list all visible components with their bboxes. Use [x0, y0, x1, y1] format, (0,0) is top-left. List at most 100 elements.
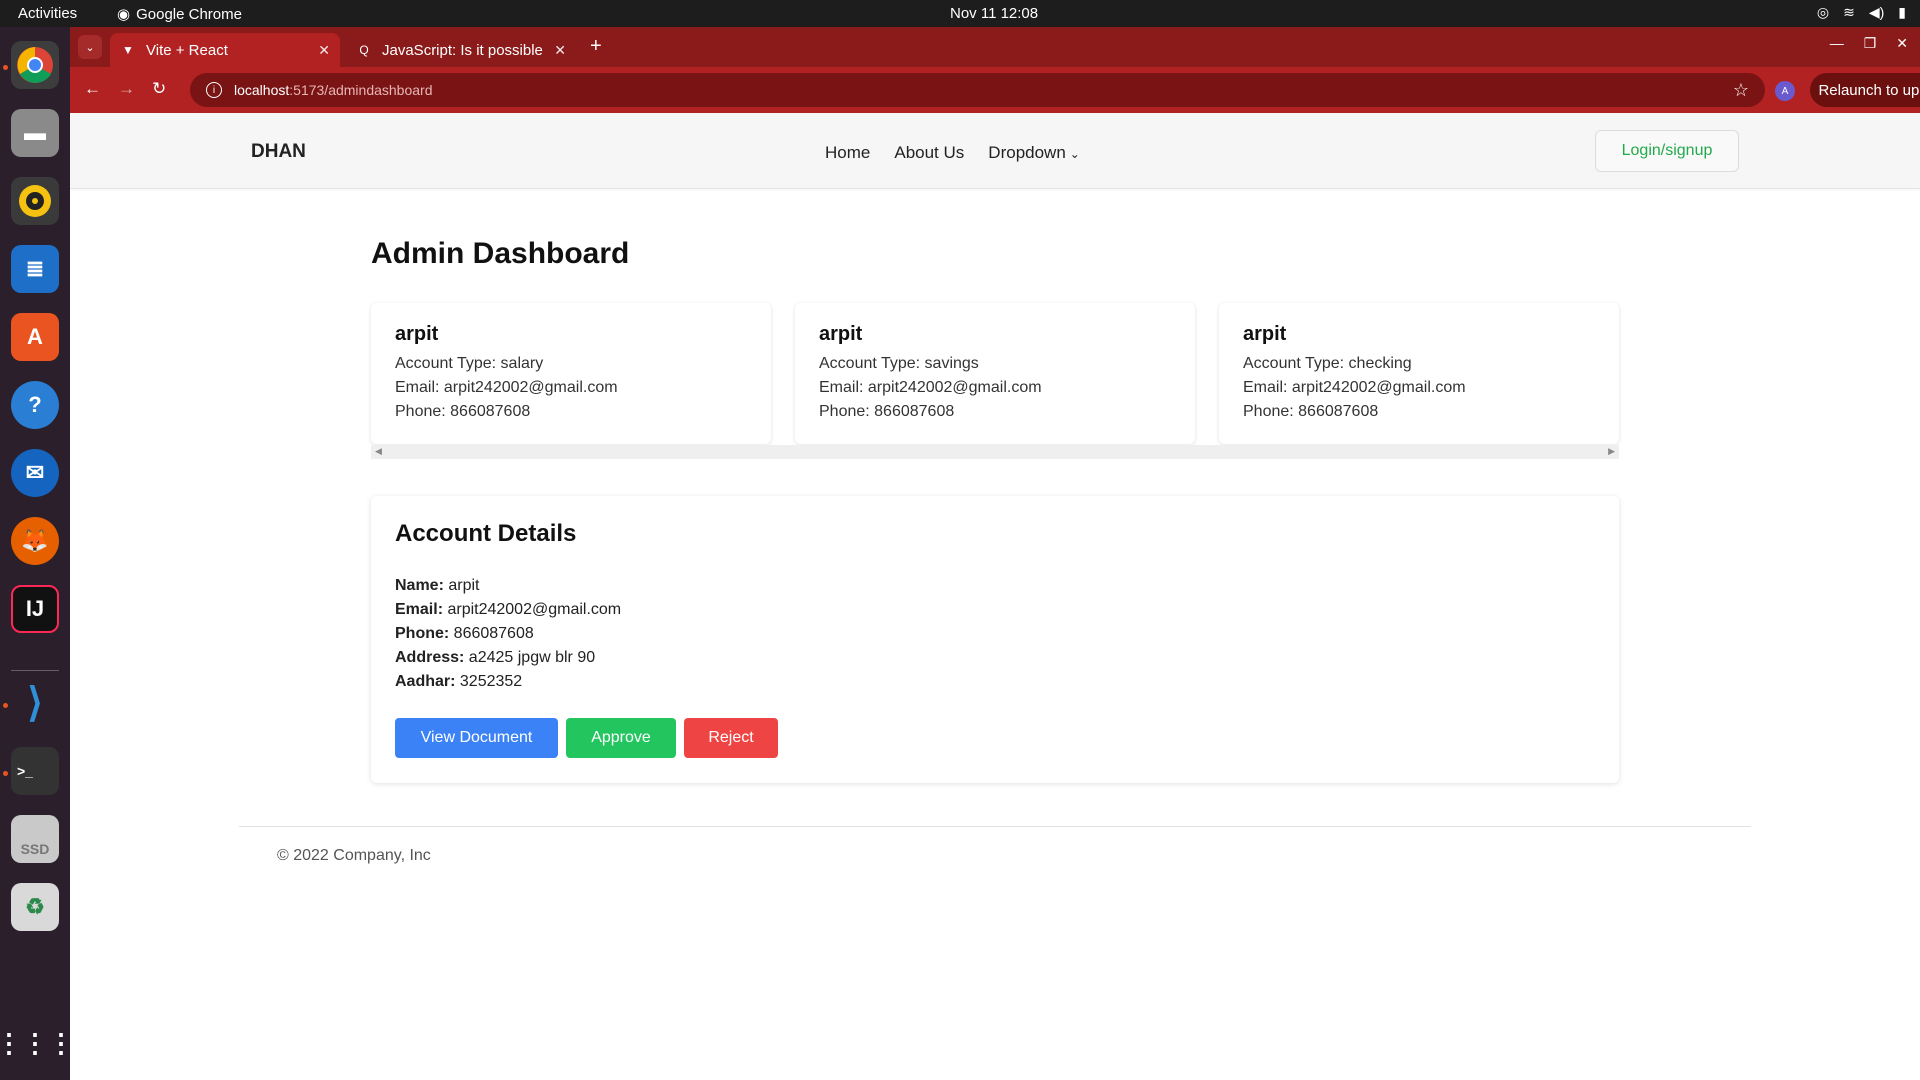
detail-value: arpit242002@gmail.com — [443, 601, 622, 618]
tab-search-button[interactable]: ⌄ — [78, 35, 102, 59]
detail-value: 3252352 — [455, 673, 523, 690]
wifi-icon: ≋ — [1843, 4, 1855, 20]
relaunch-label: Relaunch to update — [1818, 81, 1920, 99]
files-icon[interactable]: ▬ — [11, 109, 59, 157]
browser-tab-strip: ⌄ ▼ Vite + React ✕ Q JavaScript: Is it p… — [70, 27, 1920, 67]
vscode-icon[interactable]: ⟩ — [11, 679, 59, 727]
account-type: Account Type: savings — [819, 355, 979, 372]
approve-button[interactable]: Approve — [566, 718, 676, 758]
account-phone: Phone: 866087608 — [1243, 403, 1379, 420]
vite-favicon-icon: ▼ — [122, 43, 134, 57]
detail-label: Aadhar: — [395, 673, 456, 690]
login-signup-button[interactable]: Login/signup — [1595, 130, 1739, 172]
reload-icon[interactable]: ↻ — [152, 79, 166, 99]
app-name: Google Chrome — [136, 5, 242, 23]
details-title: Account Details — [395, 520, 577, 547]
chrome-tray-icon: ◎ — [1816, 4, 1830, 20]
chrome-icon[interactable] — [11, 41, 59, 89]
system-tray[interactable]: ◎ ≋ ◀) ▮ — [1817, 4, 1906, 21]
app-menu[interactable]: ◉ Google Chrome — [117, 5, 242, 24]
minimize-icon[interactable]: — — [1830, 35, 1844, 52]
ssd-drive-icon[interactable]: SSD — [11, 815, 59, 863]
help-icon[interactable]: ? — [11, 381, 59, 429]
detail-value: 866087608 — [449, 625, 534, 642]
nav-home[interactable]: Home — [825, 143, 870, 163]
chrome-small-icon: ◉ — [117, 6, 131, 23]
account-card[interactable]: arpit Account Type: checking Email: arpi… — [1219, 303, 1619, 444]
tab-title: Vite + React — [146, 41, 228, 59]
detail-address: Address: a2425 jpgw blr 90 — [395, 646, 1595, 670]
terminal-icon[interactable]: >_ — [11, 747, 59, 795]
site-navbar: DHAN Home About Us Dropdown ⌄ Login/signu… — [70, 113, 1920, 189]
activities-button[interactable]: Activities — [18, 5, 77, 22]
battery-icon: ▮ — [1898, 4, 1906, 20]
detail-email: Email: arpit242002@gmail.com — [395, 598, 1595, 622]
bookmark-star-icon[interactable]: ☆ — [1733, 80, 1749, 101]
new-tab-icon[interactable]: + — [590, 35, 602, 58]
tab-javascript[interactable]: Q JavaScript: Is it possible ✕ — [346, 33, 576, 67]
details-actions: View Document Approve Reject — [395, 718, 778, 758]
clock[interactable]: Nov 11 12:08 — [950, 5, 1038, 22]
writer-icon[interactable]: ≣ — [11, 245, 59, 293]
view-document-button[interactable]: View Document — [395, 718, 558, 758]
detail-label: Name: — [395, 577, 444, 594]
quora-favicon-icon: Q — [359, 43, 369, 57]
trash-icon[interactable]: ♻ — [11, 883, 59, 931]
profile-avatar[interactable]: A — [1775, 81, 1795, 101]
account-card[interactable]: arpit Account Type: savings Email: arpit… — [795, 303, 1195, 444]
intellij-icon[interactable]: IJ — [11, 585, 59, 633]
close-window-icon[interactable]: ✕ — [1896, 35, 1908, 52]
footer-copyright: © 2022 Company, Inc — [277, 847, 431, 864]
url-path: :5173/admindashboard — [289, 82, 433, 98]
account-phone: Phone: 866087608 — [819, 403, 955, 420]
detail-value: a2425 jpgw blr 90 — [464, 649, 596, 666]
running-indicator — [3, 65, 8, 70]
detail-name: Name: arpit — [395, 574, 1595, 598]
app-grid-icon[interactable]: ⋮⋮⋮ — [0, 1019, 74, 1067]
firefox-icon[interactable]: 🦊 — [11, 517, 59, 565]
detail-aadhar: Aadhar: 3252352 — [395, 670, 1595, 694]
volume-icon: ◀) — [1868, 4, 1885, 20]
restore-icon[interactable]: ❐ — [1864, 35, 1877, 52]
forward-icon[interactable]: → — [118, 79, 135, 99]
nav-links: Home About Us Dropdown ⌄ — [825, 143, 1080, 163]
window-controls: — ❐ ✕ — [1830, 35, 1908, 52]
app-center-icon[interactable]: A — [11, 313, 59, 361]
thunderbird-icon[interactable]: ✉ — [11, 449, 59, 497]
rhythmbox-icon[interactable] — [11, 177, 59, 225]
dock-separator — [11, 670, 59, 671]
account-type: Account Type: checking — [1243, 355, 1412, 372]
tab-vite-react[interactable]: ▼ Vite + React ✕ — [110, 33, 340, 67]
browser-toolbar: ← → ↻ i localhost:5173/admindashboard ☆ … — [70, 67, 1920, 113]
account-name: arpit — [1243, 323, 1287, 345]
page-title: Admin Dashboard — [371, 237, 630, 270]
account-phone: Phone: 866087608 — [395, 403, 531, 420]
running-indicator — [3, 703, 8, 708]
tab-close-icon[interactable]: ✕ — [554, 42, 566, 59]
detail-label: Email: — [395, 601, 444, 618]
tab-close-icon[interactable]: ✕ — [318, 42, 330, 59]
brand-logo[interactable]: DHAN — [251, 141, 306, 163]
footer-divider — [239, 826, 1751, 827]
site-info-icon[interactable]: i — [206, 82, 222, 98]
scroll-right-icon[interactable]: ▶ — [1608, 446, 1615, 457]
account-name: arpit — [395, 323, 439, 345]
account-cards-scroller: arpit Account Type: salary Email: arpit2… — [371, 303, 1619, 459]
url-host: localhost — [234, 82, 290, 98]
back-icon[interactable]: ← — [84, 79, 101, 99]
account-card[interactable]: arpit Account Type: salary Email: arpit2… — [371, 303, 771, 444]
nav-about-us[interactable]: About Us — [894, 143, 964, 163]
address-bar[interactable]: i localhost:5173/admindashboard ☆ — [190, 73, 1765, 107]
detail-label: Address: — [395, 649, 465, 666]
scroll-left-icon[interactable]: ◀ — [375, 446, 382, 457]
dropdown-label: Dropdown — [988, 143, 1066, 162]
system-top-bar: Activities ◉ Google Chrome Nov 11 12:08 … — [0, 0, 1920, 27]
nav-dropdown[interactable]: Dropdown ⌄ — [988, 143, 1080, 163]
dock: ▬ ≣ A ? ✉ 🦊 IJ ⟩ >_ SSD ♻ ⋮⋮⋮ — [0, 27, 74, 1080]
relaunch-button[interactable]: Relaunch to update ⋮ — [1810, 73, 1920, 107]
horizontal-scrollbar[interactable]: ◀ ▶ — [371, 445, 1619, 459]
account-details-panel: Account Details Name: arpit Email: arpit… — [371, 496, 1619, 783]
reject-button[interactable]: Reject — [684, 718, 778, 758]
account-name: arpit — [819, 323, 863, 345]
running-indicator — [3, 771, 8, 776]
